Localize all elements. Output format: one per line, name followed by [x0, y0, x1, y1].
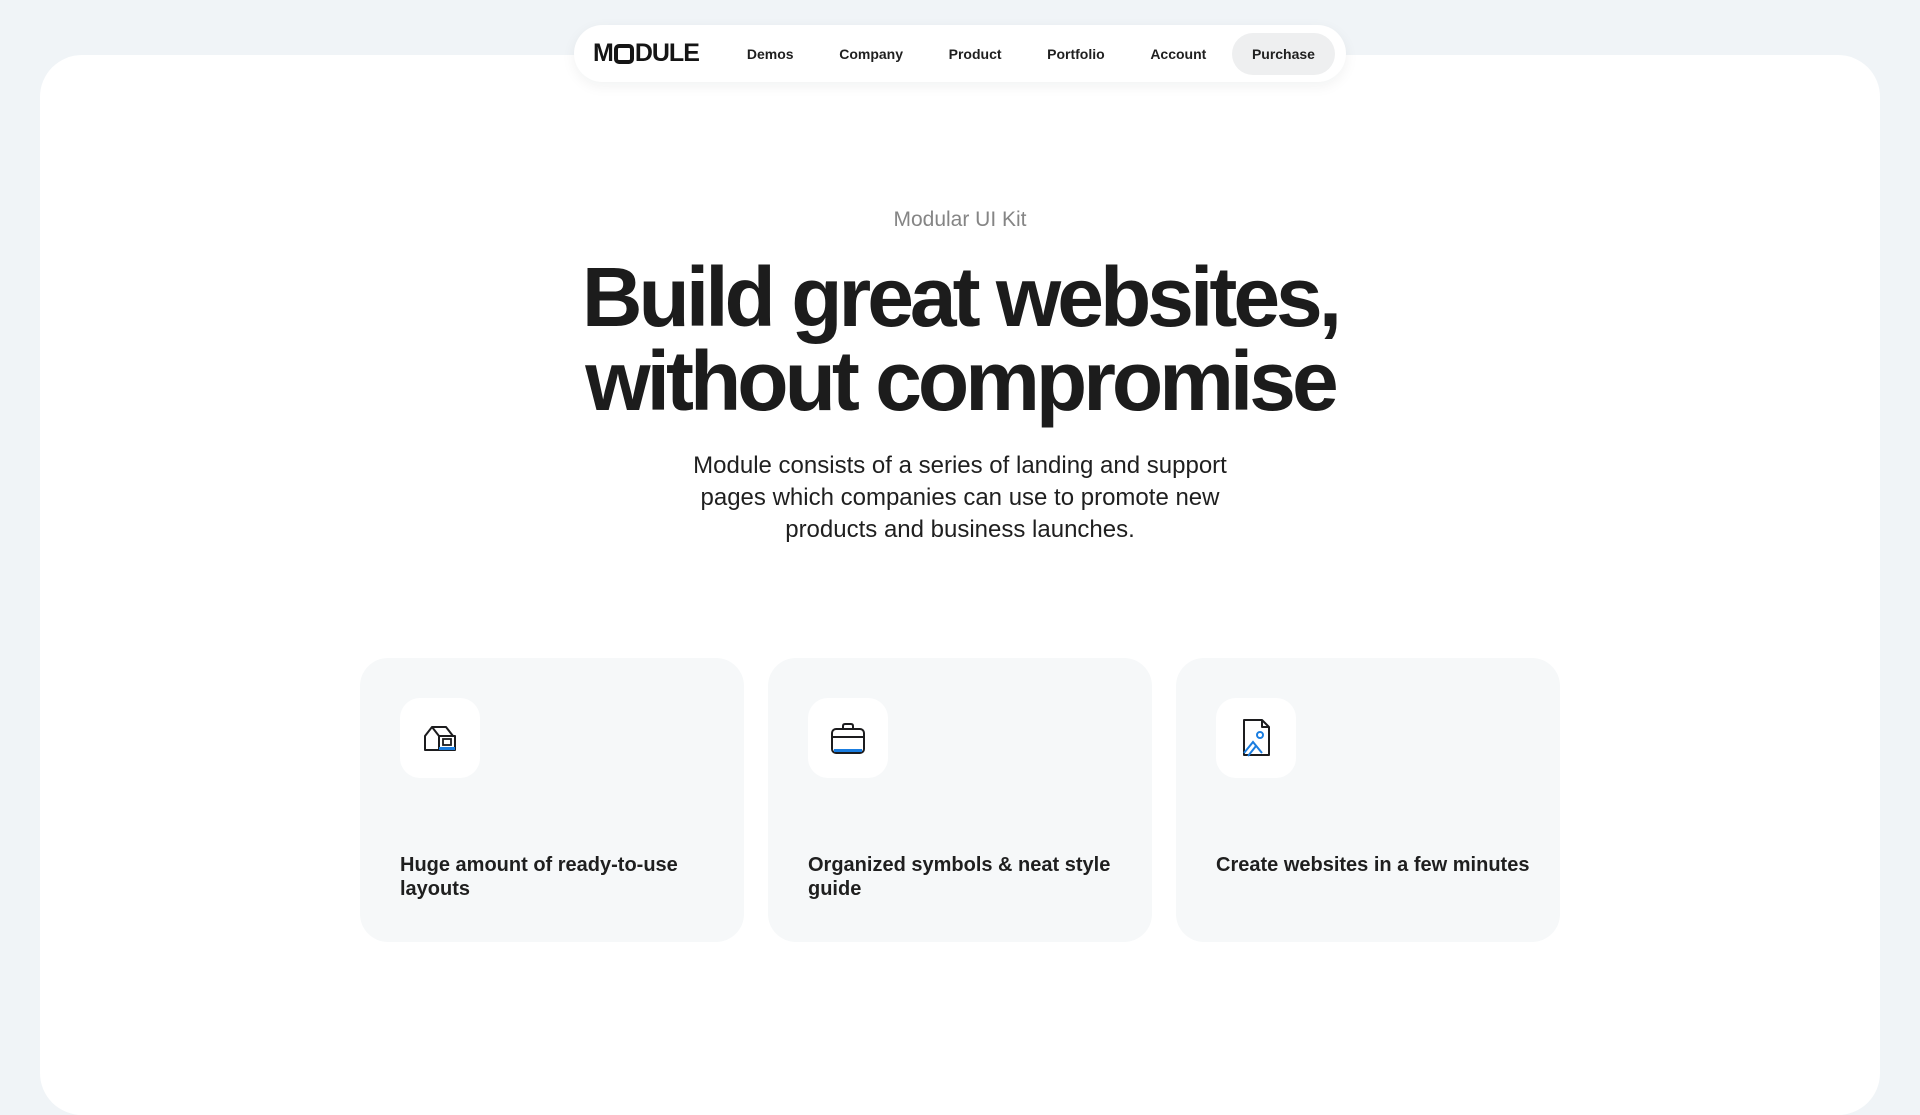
feature-title: Huge amount of ready-to-use layouts [400, 854, 678, 900]
top-navigation: M DULE Demos Company Product Portfolio A… [574, 25, 1346, 82]
logo-prefix: M [593, 39, 614, 67]
nav-links: Demos Company Product Portfolio Account … [727, 32, 1335, 75]
logo-suffix: DULE [634, 39, 700, 67]
briefcase-icon [831, 723, 865, 754]
hero-headline-line-1: Build great websites, [581, 250, 1342, 344]
feature-card-layouts: Huge amount of ready-to-use layouts [360, 658, 744, 942]
nav-link-company[interactable]: Company [819, 33, 923, 75]
feature-card-style-guide: Organized symbols & neat style guide [768, 658, 1152, 942]
logo-square-mark [613, 43, 634, 64]
house-icon [424, 726, 456, 751]
nav-link-product[interactable]: Product [929, 33, 1022, 75]
feature-icon-box [1216, 698, 1296, 778]
feature-icon-box [808, 698, 888, 778]
image-file-icon [1243, 719, 1270, 757]
nav-link-account[interactable]: Account [1130, 33, 1226, 75]
nav-link-portfolio[interactable]: Portfolio [1027, 33, 1125, 75]
hero-headline: Build great websites, without compromise [0, 255, 1920, 423]
purchase-button[interactable]: Purchase [1231, 32, 1335, 75]
feature-title: Create websites in a few minutes [1216, 854, 1530, 876]
hero-subtitle: Module consists of a series of landing a… [693, 452, 1227, 543]
feature-card-fast-build: Create websites in a few minutes [1176, 658, 1560, 942]
module-logo[interactable]: M DULE [593, 39, 700, 69]
hero-eyebrow: Modular UI Kit [893, 208, 1027, 231]
feature-icon-box [400, 698, 480, 778]
nav-link-demos[interactable]: Demos [727, 33, 814, 75]
feature-title: Organized symbols & neat style guide [808, 854, 1111, 900]
hero-headline-line-2: without compromise [585, 334, 1338, 428]
feature-cards: Huge amount of ready-to-use layouts Orga… [360, 658, 1560, 942]
